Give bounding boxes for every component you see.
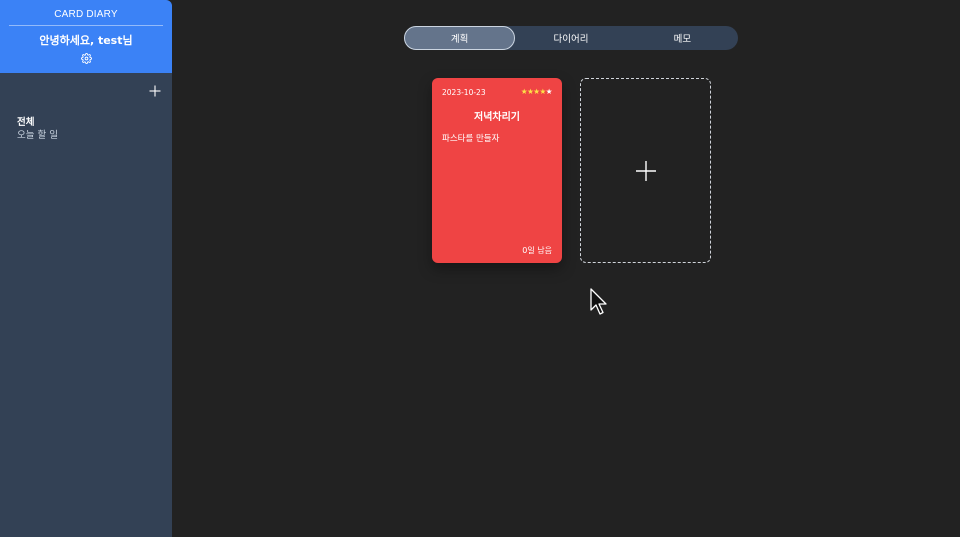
star-empty-icon: ★ xyxy=(545,87,553,96)
tab-plan[interactable]: 계획 xyxy=(404,26,516,50)
card-days-remaining: 0일 남음 xyxy=(522,246,552,255)
user-greeting: 안녕하세요, test님 xyxy=(39,34,133,47)
plus-icon xyxy=(635,160,656,181)
tab-diary[interactable]: 다이어리 xyxy=(515,26,626,50)
sidebar: CARD DIARY 안녕하세요, test님 전체 오늘 할 일 xyxy=(0,0,172,537)
brand-title: CARD DIARY xyxy=(54,9,118,20)
app-root: CARD DIARY 안녕하세요, test님 전체 오늘 할 일 계획 다이어… xyxy=(0,0,960,537)
plus-icon xyxy=(149,85,161,97)
gear-icon xyxy=(80,52,92,64)
category-item-all[interactable]: 전체 xyxy=(17,116,58,129)
view-tabs: 계획 다이어리 메모 xyxy=(404,26,738,50)
card-rating: ★★★★★ xyxy=(521,87,553,96)
card-content: 파스타를 만들자 xyxy=(442,134,500,144)
add-card-button[interactable] xyxy=(580,78,711,263)
sidebar-header: CARD DIARY 안녕하세요, test님 xyxy=(0,0,172,73)
category-list: 전체 오늘 할 일 xyxy=(17,116,58,142)
plan-card[interactable]: 2023-10-23 ★★★★★ 저녁차리기 파스타를 만들자 0일 남음 xyxy=(432,78,562,263)
settings-button[interactable] xyxy=(79,51,93,65)
category-item-today[interactable]: 오늘 할 일 xyxy=(17,129,58,142)
tab-memo[interactable]: 메모 xyxy=(627,26,738,50)
header-divider xyxy=(9,25,163,26)
mouse-pointer-icon xyxy=(590,288,607,315)
card-date: 2023-10-23 xyxy=(442,88,486,97)
card-title: 저녁차리기 xyxy=(474,112,520,123)
add-category-button[interactable] xyxy=(146,82,164,100)
